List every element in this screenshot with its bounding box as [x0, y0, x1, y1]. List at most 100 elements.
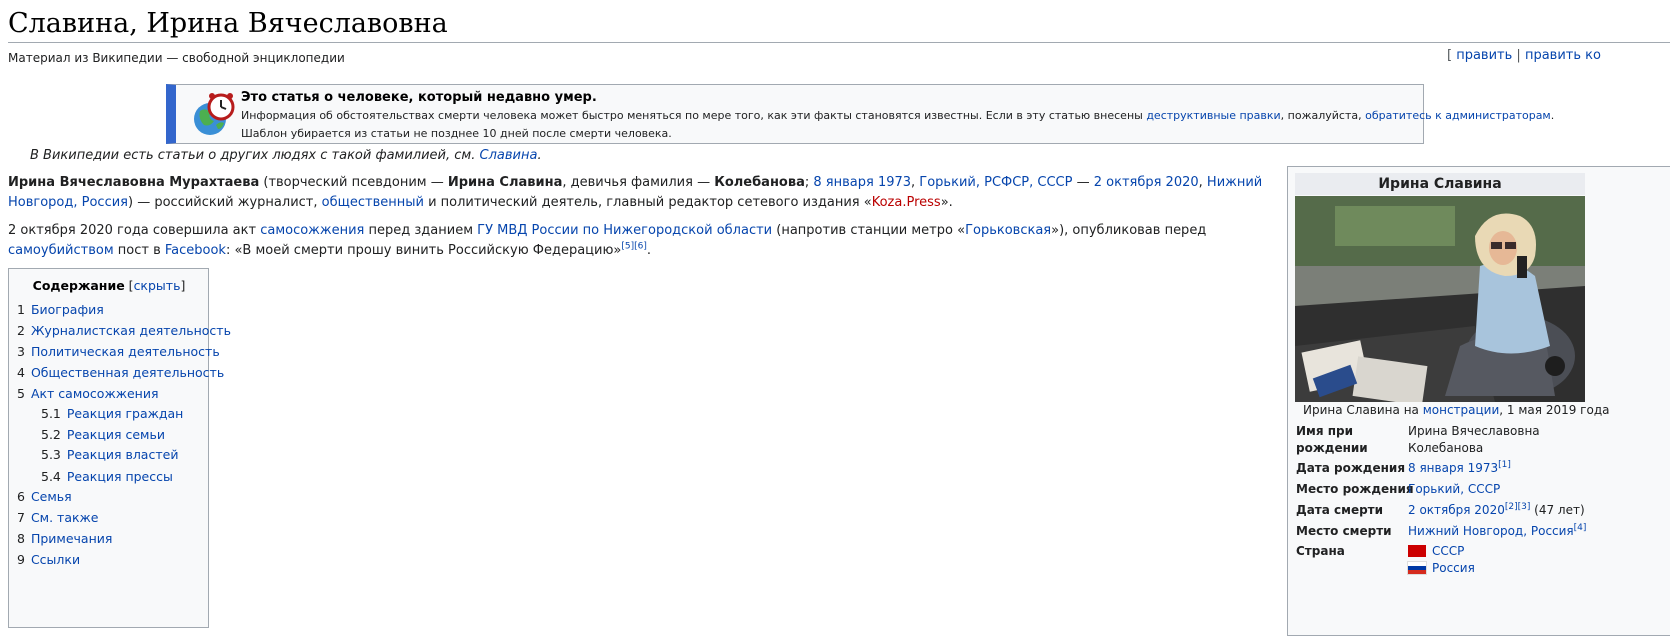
toc-title: Содержание — [32, 278, 125, 293]
suicide-link[interactable]: самоубийством — [8, 243, 114, 258]
toc-item-number: 5.2 — [41, 427, 61, 442]
toc-item-5-2[interactable]: 5.2 Реакция семьи — [41, 427, 165, 442]
table-of-contents: Содержание [скрыть] 1 Биография 2 Журналис… — [8, 268, 231, 628]
birth-name-value: Ирина Вячеславовна Колебанова — [1408, 423, 1540, 457]
intro-text-2: , девичья фамилия — — [562, 175, 715, 190]
infobox: Ирина Славина Ирина Славина на монстраци… — [1287, 166, 1670, 636]
toc-item-4[interactable]: 4 Общественная деятельность — [17, 365, 224, 380]
metro-link[interactable]: Горьковская — [965, 223, 1051, 238]
event-end: . — [646, 243, 652, 258]
infobox-birth-date-link[interactable]: 8 января 1973 — [1408, 461, 1498, 475]
toc-item-number: 7 — [17, 510, 25, 525]
infobox-title: Ирина Славина — [1295, 173, 1585, 195]
intro-text-6: ». — [940, 195, 953, 210]
ussr-flag-icon — [1408, 545, 1426, 557]
birth-place-value: Горький, СССР — [1408, 481, 1500, 498]
disruptive-edits-link[interactable]: деструктивные правки — [1146, 109, 1280, 122]
toc-item-label[interactable]: Журналистская деятельность — [31, 323, 231, 338]
ussr-link[interactable]: СССР — [1432, 544, 1464, 558]
toc-item-label[interactable]: Примечания — [31, 531, 112, 546]
country-label: Страна — [1296, 544, 1345, 558]
birth-name-1: Ирина Вячеславовна — [1408, 424, 1540, 438]
intro-text-4: ) — российский журналист, — [128, 195, 322, 210]
subject-name: Ирина Вячеславовна Мурахтаева — [8, 175, 260, 190]
toc-item-label[interactable]: Акт самосожжения — [31, 386, 159, 401]
event-paragraph: 2 октября 2020 года совершила акт самосо… — [8, 221, 1270, 261]
toc-item-label[interactable]: Общественная деятельность — [31, 365, 224, 380]
edit-separator: | — [1516, 48, 1521, 63]
age-at-death: (47 лет) — [1530, 503, 1585, 517]
infobox-death-place-link[interactable]: Нижний Новгород, Россия — [1408, 524, 1574, 538]
toc-item-8[interactable]: 8 Примечания — [17, 531, 112, 546]
toc-item-label[interactable]: Биография — [31, 302, 104, 317]
outlet-link[interactable]: Koza.Press — [872, 195, 941, 210]
toc-item-label[interactable]: Реакция семьи — [67, 427, 165, 442]
toc-item-2[interactable]: 2 Журналистская деятельность — [17, 323, 231, 338]
toc-item-label[interactable]: Реакция властей — [67, 447, 179, 462]
intro-paragraph: Ирина Вячеславовна Мурахтаева (творчески… — [8, 173, 1270, 213]
contact-admins-link[interactable]: обратитесь к администраторам — [1365, 109, 1551, 122]
hatnote: В Википедии есть статьи о других людях с… — [30, 148, 542, 163]
intro-text-1: (творческий псевдоним — — [259, 175, 448, 190]
russia-link[interactable]: Россия — [1432, 561, 1475, 575]
edit-code-link[interactable]: править ко — [1525, 48, 1601, 63]
caption-text-1: Ирина Славина на — [1303, 403, 1423, 417]
caption-link[interactable]: монстрации — [1423, 403, 1500, 417]
country-value-ussr: СССР — [1408, 543, 1464, 560]
mvd-link[interactable]: ГУ МВД России по Нижегородской области — [477, 223, 772, 238]
birth-date-label: Дата рождения — [1296, 461, 1406, 475]
event-text-6: : «В моей смерти прошу винить Российскую… — [225, 243, 622, 258]
death-place-label: Место смерти — [1296, 524, 1392, 538]
edit-links: [ править | править ко — [1447, 48, 1601, 63]
toc-item-label[interactable]: Реакция граждан — [67, 406, 183, 421]
ref-1-link[interactable]: [1] — [1498, 460, 1511, 470]
toc-item-6[interactable]: 6 Семья — [17, 489, 72, 504]
ref-5-link[interactable]: [5] — [621, 242, 634, 252]
public-figure-link[interactable]: общественный — [322, 195, 424, 210]
notice-text-2: , пожалуйста, — [1280, 109, 1366, 122]
toc-item-9[interactable]: 9 Ссылки — [17, 552, 80, 567]
toc-item-number: 2 — [17, 323, 25, 338]
hatnote-end: . — [537, 148, 542, 163]
toc-item-1[interactable]: 1 Биография — [17, 302, 104, 317]
event-text-4: »), опубликовав перед — [1051, 223, 1207, 238]
event-text-1: 2 октября 2020 года совершила акт — [8, 223, 261, 238]
toc-item-label[interactable]: Ссылки — [31, 552, 80, 567]
toc-item-label[interactable]: Реакция прессы — [67, 469, 173, 484]
ref-2-3-link[interactable]: [2][3] — [1505, 502, 1531, 512]
death-date-value: 2 октября 2020[2][3] (47 лет) — [1408, 502, 1585, 519]
self-immolation-link[interactable]: самосожжения — [260, 223, 364, 238]
birth-place-label: Место рождения — [1296, 482, 1414, 496]
edit-link[interactable]: править — [1456, 48, 1512, 63]
ref-4-link[interactable]: [4] — [1574, 523, 1587, 533]
toc-item-label[interactable]: См. также — [31, 510, 99, 525]
facebook-link[interactable]: Facebook — [165, 243, 226, 258]
toc-item-7[interactable]: 7 См. также — [17, 510, 99, 525]
birth-place-link[interactable]: Горький, РСФСР, СССР — [919, 175, 1072, 190]
toc-item-label[interactable]: Политическая деятельность — [31, 344, 220, 359]
toc-item-number: 5.1 — [41, 406, 61, 421]
toc-item-label[interactable]: Семья — [31, 489, 72, 504]
toc-item-5[interactable]: 5 Акт самосожжения — [17, 386, 158, 401]
ref-6-link[interactable]: [6] — [634, 242, 647, 252]
toc-item-5-4[interactable]: 5.4 Реакция прессы — [41, 469, 173, 484]
birth-name-label-1: Имя при — [1296, 424, 1354, 438]
maiden-name: Колебанова — [714, 175, 805, 190]
portrait-photo[interactable] — [1295, 196, 1585, 402]
toc-toggle-link[interactable]: скрыть — [134, 278, 181, 293]
infobox-birth-place-link[interactable]: Горький, СССР — [1408, 482, 1500, 496]
toc-item-5-3[interactable]: 5.3 Реакция властей — [41, 447, 178, 462]
death-place-value: Нижний Новгород, Россия[4] — [1408, 523, 1586, 540]
toc-item-number: 6 — [17, 489, 25, 504]
death-date-link[interactable]: 2 октября 2020 — [1094, 175, 1199, 190]
birth-date-link[interactable]: 8 января 1973 — [813, 175, 911, 190]
hatnote-link[interactable]: Славина — [480, 148, 538, 163]
event-text-3: (напротив станции метро « — [772, 223, 966, 238]
toc-item-5-1[interactable]: 5.1 Реакция граждан — [41, 406, 183, 421]
death-date-label: Дата смерти — [1296, 503, 1384, 517]
toc-item-3[interactable]: 3 Политическая деятельность — [17, 344, 220, 359]
intro-text-5: и политический деятель, главный редактор… — [423, 195, 872, 210]
toc-header: Содержание [скрыть] — [9, 278, 209, 293]
infobox-death-date-link[interactable]: 2 октября 2020 — [1408, 503, 1505, 517]
intro-comma-2: , — [1198, 175, 1207, 190]
